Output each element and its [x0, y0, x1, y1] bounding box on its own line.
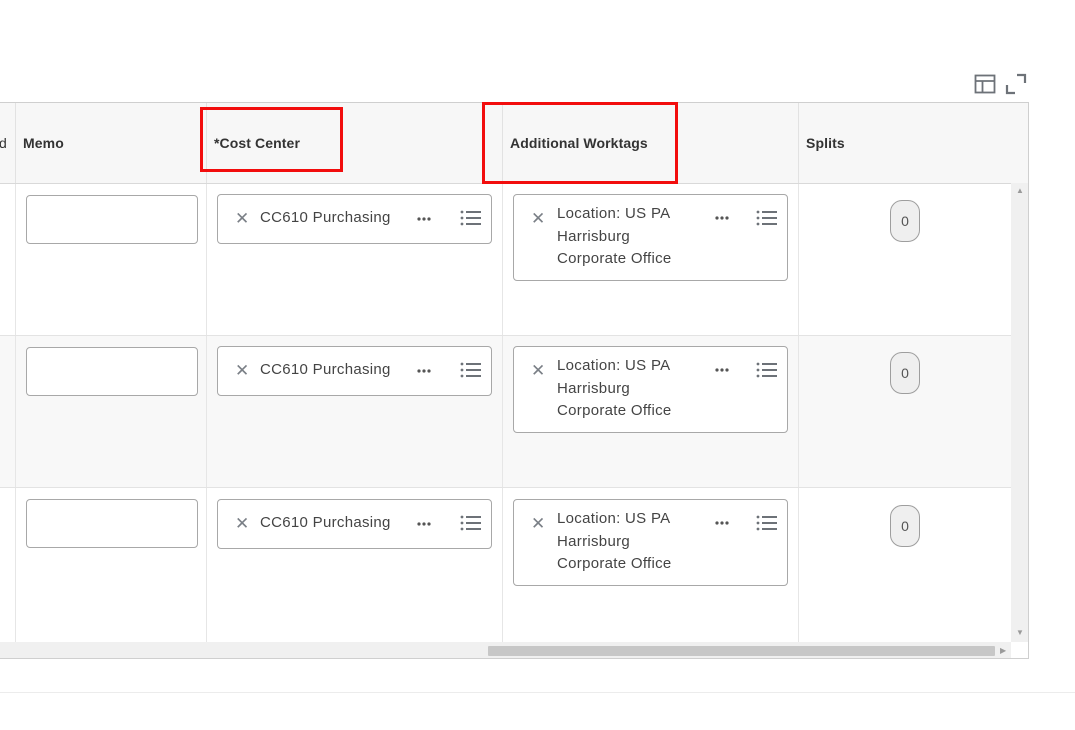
expand-icon[interactable] [1004, 72, 1028, 96]
column-header-cost-center-label: *Cost Center [214, 135, 300, 151]
worktag-line-2: Harrisburg [557, 532, 631, 550]
divider [0, 692, 1075, 693]
cost-center-prompt[interactable]: ✕ CC610 Purchasing [217, 499, 492, 549]
ellipsis-icon[interactable] [710, 516, 734, 530]
close-icon[interactable]: ✕ [531, 362, 545, 379]
list-icon[interactable] [460, 361, 482, 379]
cost-center-value: CC610 Purchasing [260, 209, 391, 226]
column-header-memo[interactable]: Memo [15, 103, 207, 183]
ellipsis-icon[interactable] [412, 212, 436, 226]
worktag-line-1: Location: US PA [557, 357, 671, 374]
memo-input[interactable] [26, 499, 198, 548]
cost-center-prompt[interactable]: ✕ CC610 Purchasing [217, 194, 492, 244]
table-columns-icon[interactable] [973, 72, 997, 96]
worktag-line-3: Corporate Office [557, 555, 672, 572]
splits-count-button[interactable]: 0 [890, 505, 920, 547]
column-header-partial: d [0, 103, 16, 183]
list-icon[interactable] [756, 209, 778, 227]
close-icon[interactable]: ✕ [235, 362, 249, 379]
cost-center-value: CC610 Purchasing [260, 361, 391, 378]
worktag-line-2: Harrisburg [557, 379, 631, 397]
table-row: ✕ CC610 Purchasing ✕ Location: US PA Har… [0, 184, 1011, 336]
additional-worktags-prompt[interactable]: ✕ Location: US PA Harrisburg Corporate O… [513, 499, 788, 586]
splits-count-button[interactable]: 0 [890, 200, 920, 242]
list-icon[interactable] [756, 361, 778, 379]
additional-worktags-prompt[interactable]: ✕ Location: US PA Harrisburg Corporate O… [513, 194, 788, 281]
ellipsis-icon[interactable] [412, 364, 436, 378]
ellipsis-icon[interactable] [710, 363, 734, 377]
close-icon[interactable]: ✕ [235, 515, 249, 532]
grid-header: d Memo *Cost Center Additional Worktags … [0, 103, 1028, 184]
column-header-partial-label: d [0, 135, 7, 151]
additional-worktags-prompt[interactable]: ✕ Location: US PA Harrisburg Corporate O… [513, 346, 788, 433]
column-header-splits-label: Splits [806, 135, 845, 151]
vertical-scrollbar[interactable]: ▲ ▼ [1011, 183, 1028, 642]
ellipsis-icon[interactable] [710, 211, 734, 225]
close-icon[interactable]: ✕ [235, 210, 249, 227]
column-header-additional-worktags-label: Additional Worktags [510, 135, 648, 151]
cost-center-value: CC610 Purchasing [260, 514, 391, 531]
scroll-down-icon[interactable]: ▼ [1016, 629, 1024, 637]
splits-count-button[interactable]: 0 [890, 352, 920, 394]
close-icon[interactable]: ✕ [531, 515, 545, 532]
worktag-line-1: Location: US PA [557, 510, 671, 527]
memo-input[interactable] [26, 347, 198, 396]
ellipsis-icon[interactable] [412, 517, 436, 531]
close-icon[interactable]: ✕ [531, 210, 545, 227]
column-header-cost-center[interactable]: *Cost Center [206, 103, 503, 183]
list-icon[interactable] [460, 209, 482, 227]
column-header-splits[interactable]: Splits [798, 103, 1028, 183]
list-icon[interactable] [460, 514, 482, 532]
worktag-line-3: Corporate Office [557, 250, 672, 267]
worktag-line-3: Corporate Office [557, 402, 672, 419]
column-header-additional-worktags[interactable]: Additional Worktags [502, 103, 799, 183]
worktag-line-2: Harrisburg [557, 227, 631, 245]
memo-input[interactable] [26, 195, 198, 244]
scroll-right-icon[interactable]: ▶ [1000, 647, 1006, 655]
scroll-up-icon[interactable]: ▲ [1016, 187, 1024, 195]
data-grid: d Memo *Cost Center Additional Worktags … [0, 102, 1029, 659]
worktag-line-1: Location: US PA [557, 205, 671, 222]
horizontal-scroll-thumb[interactable] [488, 646, 995, 656]
table-row: ✕ CC610 Purchasing ✕ Location: US PA Har… [0, 488, 1011, 642]
cost-center-prompt[interactable]: ✕ CC610 Purchasing [217, 346, 492, 396]
column-header-memo-label: Memo [23, 135, 64, 151]
table-row: ✕ CC610 Purchasing ✕ Location: US PA Har… [0, 336, 1011, 488]
horizontal-scrollbar[interactable]: ▶ [0, 642, 1011, 658]
list-icon[interactable] [756, 514, 778, 532]
